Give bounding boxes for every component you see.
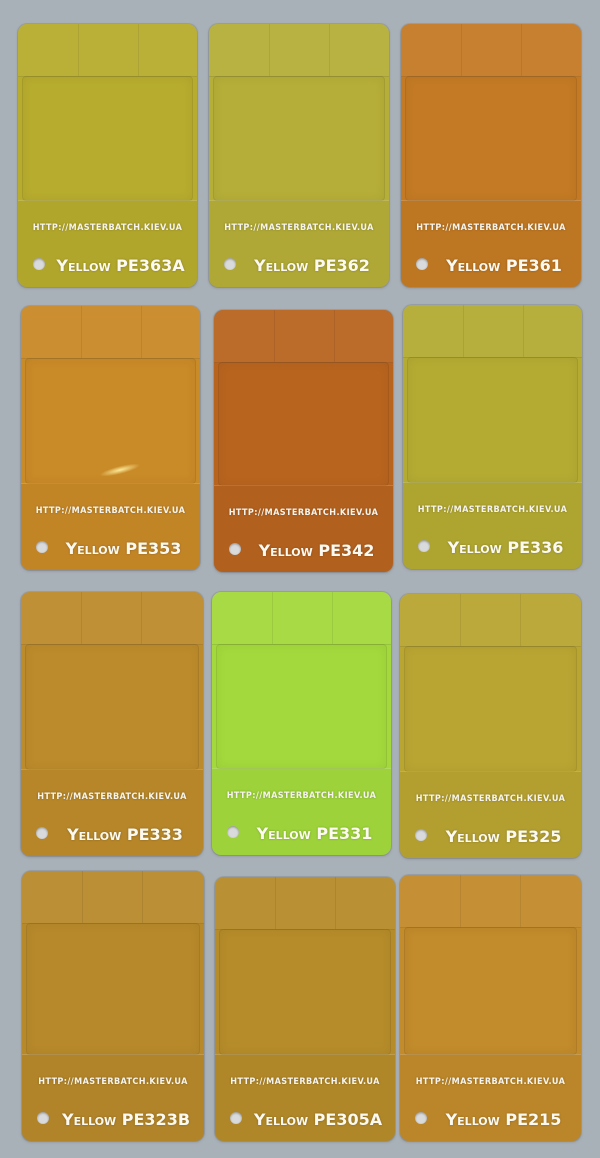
chip-panel (25, 358, 196, 484)
chip-panel (22, 76, 193, 201)
chip-divider (82, 871, 83, 923)
hole-icon (36, 541, 48, 553)
chip-top-band (215, 877, 395, 930)
chip-name: Yellow PE215 (445, 1110, 562, 1129)
chip-divider (335, 877, 336, 929)
chip-divider (141, 306, 142, 358)
hole-icon (33, 258, 45, 270)
chip-top-band (400, 594, 581, 647)
chip-url: http://masterbatch.kiev.ua (228, 508, 379, 518)
chip-divider (520, 875, 521, 927)
hole-icon (229, 543, 241, 555)
chip-name: Yellow PE362 (254, 256, 370, 275)
chip-top-band (214, 310, 393, 363)
chip-url: http://masterbatch.kiev.ua (415, 1077, 566, 1087)
chip-divider (81, 306, 82, 358)
chip-panel (25, 644, 199, 770)
chip-divider (461, 24, 462, 76)
chip-top-band (21, 592, 203, 645)
hole-icon (36, 827, 48, 839)
chip-name: Yellow PE353 (65, 539, 182, 558)
chip-divider (81, 592, 82, 644)
color-chip-pe215: http://masterbatch.kiev.ua Yellow PE215 (400, 875, 581, 1141)
hole-icon (230, 1112, 242, 1124)
chip-url: http://masterbatch.kiev.ua (415, 794, 566, 804)
chip-panel (404, 927, 577, 1055)
color-chip-pe331: http://masterbatch.kiev.ua Yellow PE331 (212, 592, 391, 855)
chip-divider (138, 24, 139, 76)
chip-divider (142, 871, 143, 923)
chip-top-band (21, 306, 200, 359)
chip-url: http://masterbatch.kiev.ua (416, 223, 566, 233)
chip-name: Yellow PE363A (56, 256, 185, 275)
chip-top-band (403, 305, 582, 358)
chip-panel (407, 357, 578, 483)
chip-divider (272, 592, 273, 644)
chip-divider (332, 592, 333, 644)
chip-name: Yellow PE342 (258, 541, 375, 560)
chip-panel (26, 923, 200, 1055)
chip-divider (523, 305, 524, 357)
color-chip-pe323b: http://masterbatch.kiev.ua Yellow PE323B (22, 871, 204, 1141)
chip-name: Yellow PE305A (253, 1110, 383, 1129)
chip-url: http://masterbatch.kiev.ua (38, 1077, 188, 1087)
chip-divider (521, 24, 522, 76)
color-chip-pe336: http://masterbatch.kiev.ua Yellow PE336 (403, 305, 582, 569)
chip-panel (405, 76, 577, 201)
color-chip-pe362: http://masterbatch.kiev.ua Yellow PE362 (209, 24, 389, 287)
chip-url: http://masterbatch.kiev.ua (37, 792, 187, 802)
chip-top-band (209, 24, 389, 77)
chip-divider (329, 24, 330, 76)
chip-panel (218, 362, 389, 486)
hole-icon (227, 826, 239, 838)
hole-icon (416, 258, 428, 270)
chip-divider (78, 24, 79, 76)
chip-name: Yellow PE331 (256, 824, 373, 843)
hole-icon (37, 1112, 49, 1124)
chip-url: http://masterbatch.kiev.ua (32, 223, 183, 233)
chip-url: http://masterbatch.kiev.ua (226, 791, 377, 801)
color-chip-pe363a: http://masterbatch.kiev.ua Yellow PE363A (18, 24, 197, 287)
chip-panel (219, 929, 391, 1055)
chip-name: Yellow PE323B (61, 1110, 191, 1129)
hole-icon (415, 1112, 427, 1124)
chip-name: Yellow PE361 (446, 256, 562, 275)
chip-divider (274, 310, 275, 362)
chip-divider (460, 594, 461, 646)
hole-icon (418, 540, 430, 552)
color-chip-pe305a: http://masterbatch.kiev.ua Yellow PE305A (215, 877, 395, 1141)
chip-divider (141, 592, 142, 644)
chip-top-band (18, 24, 197, 77)
color-chip-pe342: http://masterbatch.kiev.ua Yellow PE342 (214, 310, 393, 572)
chip-divider (463, 305, 464, 357)
chip-url: http://masterbatch.kiev.ua (35, 506, 186, 516)
chip-divider (334, 310, 335, 362)
chip-name: Yellow PE333 (67, 825, 183, 844)
chip-panel (216, 644, 387, 769)
chip-name: Yellow PE325 (445, 827, 562, 846)
chip-top-band (401, 24, 581, 77)
chip-url: http://masterbatch.kiev.ua (230, 1077, 380, 1087)
chip-url: http://masterbatch.kiev.ua (224, 223, 374, 233)
color-chip-pe353: http://masterbatch.kiev.ua Yellow PE353 (21, 306, 200, 570)
chip-top-band (212, 592, 391, 645)
chip-divider (269, 24, 270, 76)
color-chip-pe333: http://masterbatch.kiev.ua Yellow PE333 (21, 592, 203, 856)
chip-divider (460, 875, 461, 927)
chip-divider (275, 877, 276, 929)
chip-panel (404, 646, 577, 772)
hole-icon (415, 829, 427, 841)
chip-top-band (400, 875, 581, 928)
chip-name: Yellow PE336 (447, 538, 564, 557)
color-chip-pe325: http://masterbatch.kiev.ua Yellow PE325 (400, 594, 581, 858)
hole-icon (224, 258, 236, 270)
chip-top-band (22, 871, 204, 924)
color-chip-pe361: http://masterbatch.kiev.ua Yellow PE361 (401, 24, 581, 287)
chip-divider (520, 594, 521, 646)
chip-url: http://masterbatch.kiev.ua (417, 505, 568, 515)
chip-panel (213, 76, 385, 201)
